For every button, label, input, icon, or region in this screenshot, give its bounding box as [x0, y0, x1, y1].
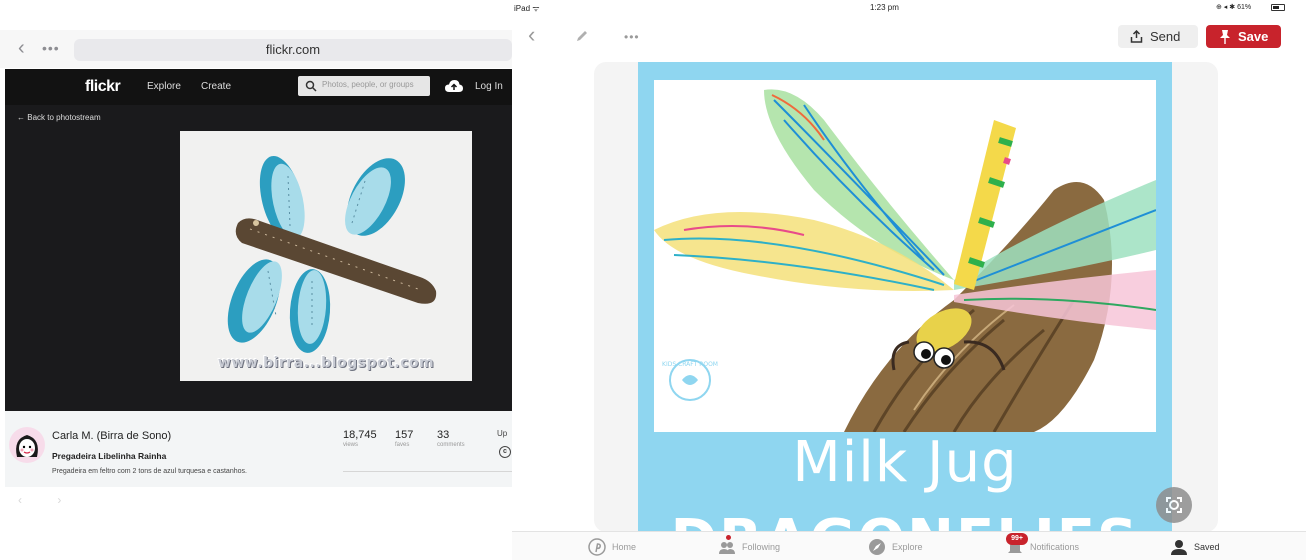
share-icon: [1130, 30, 1143, 43]
screenshot-root: ‹ ••• flickr.com flickr Explore Create P…: [0, 0, 1306, 560]
milk-jug-dragonfly-illustration: KIDS CRAFT ROOM: [654, 89, 1156, 432]
pin-logo-text: KIDS CRAFT ROOM: [662, 361, 718, 368]
bottom-tab-bar: Home Following Explore 99+ Notifications…: [512, 531, 1306, 560]
stat-faves-value: 157: [395, 429, 414, 441]
tab-saved-label: Saved: [1194, 542, 1220, 552]
pin-headline: Milk Jug: [792, 430, 1018, 495]
people-icon: [719, 542, 735, 554]
pushpin-icon: [1220, 30, 1230, 44]
tab-notifications-label: Notifications: [1030, 542, 1080, 552]
person-icon: [1171, 540, 1187, 555]
flickr-logo[interactable]: flickr: [85, 78, 121, 96]
back-to-photostream-link[interactable]: ← Back to photostream: [17, 113, 101, 122]
send-label: Send: [1150, 29, 1181, 44]
cloud-upload-icon[interactable]: [444, 78, 464, 94]
browser-more-icon[interactable]: •••: [42, 40, 60, 56]
stat-faves-label: faves: [395, 442, 410, 448]
status-device-wifi: iPad ᯤ: [514, 4, 540, 13]
tab-following-label: Following: [742, 542, 781, 552]
browser-back-icon[interactable]: ‹: [18, 38, 25, 58]
photo-viewer: ← Back to photostream www.birra...blogsp…: [5, 105, 512, 411]
photo-pager[interactable]: ‹ ›: [18, 493, 77, 507]
save-label: Save: [1238, 29, 1269, 44]
login-link[interactable]: Log In: [475, 81, 503, 92]
license-icon[interactable]: c: [499, 446, 511, 458]
dragonfly-craft-photo: KIDS CRAFT ROOM: [654, 80, 1156, 432]
pinterest-panel: iPad ᯤ 1:23 pm ⊕ ◂ ✱ 61% ‹ ••• Send Save: [512, 0, 1306, 560]
battery-icon: [1271, 4, 1285, 11]
battery-percent: 61%: [1237, 4, 1252, 11]
search-icon: [305, 80, 317, 92]
back-to-photostream-label: Back to photostream: [27, 113, 101, 122]
compass-icon: [869, 539, 885, 555]
search-placeholder: Photos, people, or groups: [322, 80, 414, 89]
avatar[interactable]: [9, 427, 45, 463]
more-options-icon[interactable]: •••: [624, 30, 640, 44]
pin-image[interactable]: KIDS CRAFT ROOM Milk Jug DRAGONFLIES: [638, 62, 1172, 532]
photo-title: Pregadeira Libelinha Rainha: [52, 451, 167, 461]
stat-views-value: 18,745: [343, 429, 377, 441]
stat-views: 18,745 views: [343, 429, 377, 448]
stat-comments: 33 comments: [437, 429, 465, 448]
back-chevron-icon[interactable]: ‹: [528, 24, 535, 46]
address-bar[interactable]: flickr.com: [74, 39, 512, 61]
avatar-face-icon: [16, 435, 38, 457]
photo-info-panel: Carla M. (Birra de Sono) Pregadeira Libe…: [5, 411, 512, 487]
flickr-panel: ‹ ••• flickr.com flickr Explore Create P…: [0, 0, 512, 560]
stat-faves: 157 faves: [395, 429, 413, 448]
pinterest-logo-icon: [588, 538, 606, 556]
uploaded-label: Up: [497, 429, 508, 438]
flickr-navbar: flickr Explore Create Photos, people, or…: [5, 69, 512, 105]
battery-fill: [1273, 6, 1280, 9]
send-button[interactable]: Send: [1118, 25, 1198, 48]
photo-watermark: www.birra...blogspot.com: [217, 355, 435, 371]
pin-closeup[interactable]: KIDS CRAFT ROOM Milk Jug DRAGONFLIES: [594, 62, 1218, 532]
notifications-badge: 99+: [1006, 533, 1028, 545]
nav-explore-link[interactable]: Explore: [147, 81, 181, 92]
visual-search-button[interactable]: [1156, 487, 1192, 523]
stat-comments-label: comments: [437, 442, 465, 448]
author-name[interactable]: Carla M. (Birra de Sono): [52, 430, 171, 442]
status-device: iPad: [514, 4, 531, 13]
dragonfly-brooch-photo[interactable]: www.birra...blogspot.com: [180, 131, 472, 381]
stat-comments-value: 33: [437, 429, 450, 441]
stat-views-label: views: [343, 442, 359, 448]
save-button[interactable]: Save: [1206, 25, 1281, 48]
status-indicators: ⊕ ◂ ✱ 61%: [1216, 4, 1252, 11]
search-input[interactable]: Photos, people, or groups: [298, 76, 430, 96]
stats-divider: [343, 471, 512, 472]
pencil-icon[interactable]: [574, 28, 590, 44]
following-new-dot: [726, 535, 731, 540]
lens-icon: [1166, 497, 1182, 513]
pin-subheadline: DRAGONFLIES: [638, 508, 1172, 532]
photo-description: Pregadeira em feltro com 2 tons de azul …: [52, 468, 247, 475]
nav-create-link[interactable]: Create: [201, 81, 231, 92]
felt-dragonfly-illustration: [227, 156, 437, 353]
tab-home-label: Home: [612, 542, 637, 552]
tab-explore-label: Explore: [892, 542, 923, 552]
status-time: 1:23 pm: [870, 3, 899, 12]
